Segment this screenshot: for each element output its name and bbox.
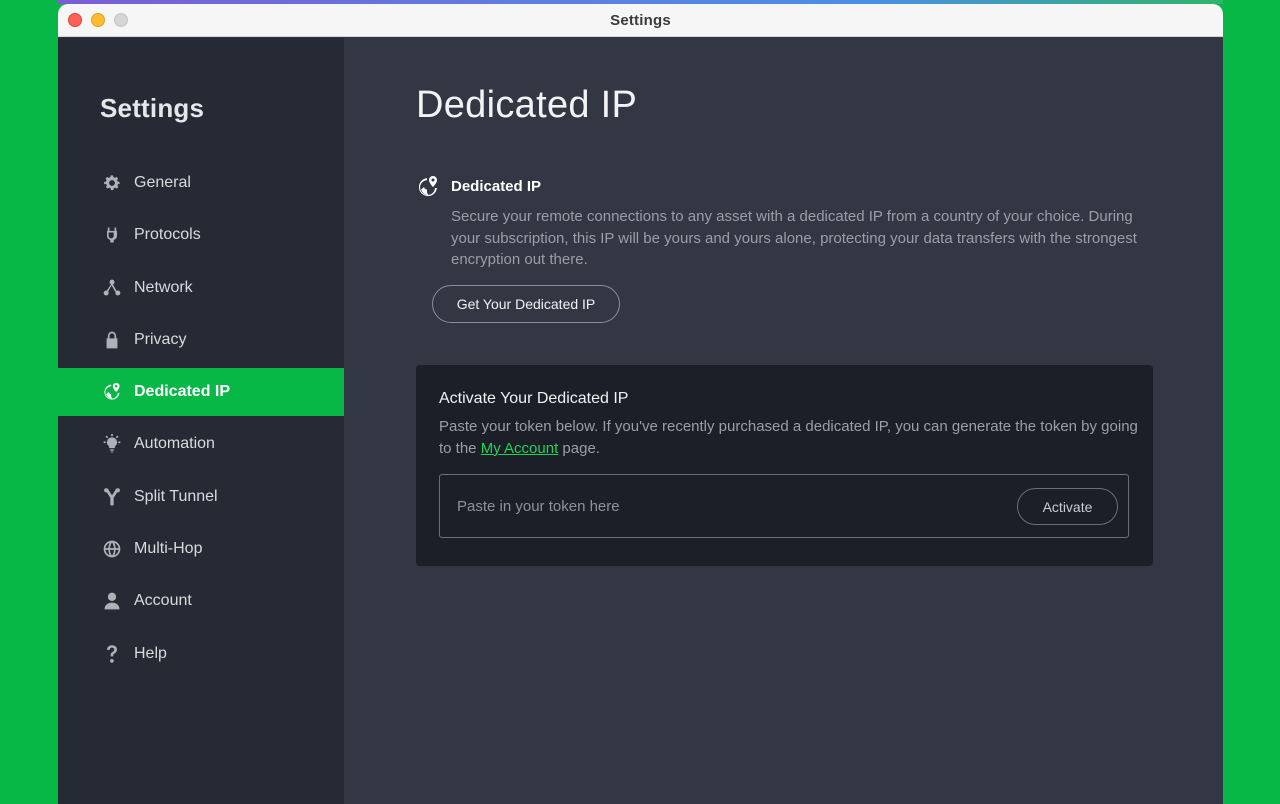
lightbulb-icon [101,433,123,455]
settings-window: Settings Settings General Protocols Netw… [58,4,1223,804]
sidebar-item-label: Split Tunnel [134,487,218,505]
gear-icon [101,172,123,194]
sidebar-item-account[interactable]: Account [58,577,344,625]
dedicated-ip-icon [416,174,440,200]
sidebar-heading: Settings [100,93,205,123]
sidebar-item-label: Automation [134,435,215,453]
protocols-icon [101,224,123,246]
split-tunnel-icon [101,486,123,508]
sidebar-item-label: Dedicated IP [134,383,231,401]
window-controls [68,13,128,27]
sidebar-item-label: Network [134,278,193,296]
minimize-button[interactable] [91,13,105,27]
sidebar-item-protocols[interactable]: Protocols [58,211,344,259]
activate-card: Activate Your Dedicated IP Paste your to… [416,365,1153,566]
sidebar-item-split-tunnel[interactable]: Split Tunnel [58,473,344,521]
sidebar-item-privacy[interactable]: Privacy [58,316,344,364]
lock-icon [101,329,123,351]
main-panel: Dedicated IP Dedicated IP Secure your re… [344,38,1223,804]
sidebar-item-help[interactable]: Help [58,630,344,678]
close-button[interactable] [68,13,82,27]
sidebar-nav: General Protocols Network Privacy Dedica… [58,159,344,682]
sidebar-item-label: Privacy [134,330,187,348]
page-title: Dedicated IP [416,84,638,126]
my-account-link[interactable]: My Account [481,440,559,457]
sidebar-item-label: Account [134,592,192,610]
get-dedicated-ip-button[interactable]: Get Your Dedicated IP [432,285,620,323]
window-title: Settings [610,11,671,29]
sidebar-item-dedicated-ip[interactable]: Dedicated IP [58,368,344,417]
sidebar-item-multi-hop[interactable]: Multi-Hop [58,525,344,573]
token-field-container: Activate [439,474,1129,538]
activate-description: Paste your token below. If you've recent… [439,416,1139,459]
feature-description: Secure your remote connections to any as… [451,208,1137,268]
activate-text-after: page. [558,439,600,457]
sidebar-item-label: Multi-Hop [134,540,203,558]
activate-button[interactable]: Activate [1017,488,1118,525]
token-input[interactable] [440,475,1000,537]
sidebar-item-label: Help [134,644,167,662]
question-icon [101,643,123,665]
network-icon [101,277,123,299]
sidebar-item-automation[interactable]: Automation [58,420,344,468]
feature-heading: Dedicated IP [451,178,542,195]
sidebar-item-label: General [134,174,191,191]
zoom-button[interactable] [114,13,128,27]
sidebar-item-label: Protocols [134,226,201,244]
globe-icon [101,538,123,560]
sidebar: Settings General Protocols Network Priva… [58,38,344,804]
sidebar-item-network[interactable]: Network [58,264,344,312]
user-icon [101,590,123,612]
title-bar: Settings [58,4,1223,37]
activate-heading: Activate Your Dedicated IP [439,390,629,407]
sidebar-item-general[interactable]: General [58,159,344,207]
dedicated-ip-icon [101,381,123,403]
